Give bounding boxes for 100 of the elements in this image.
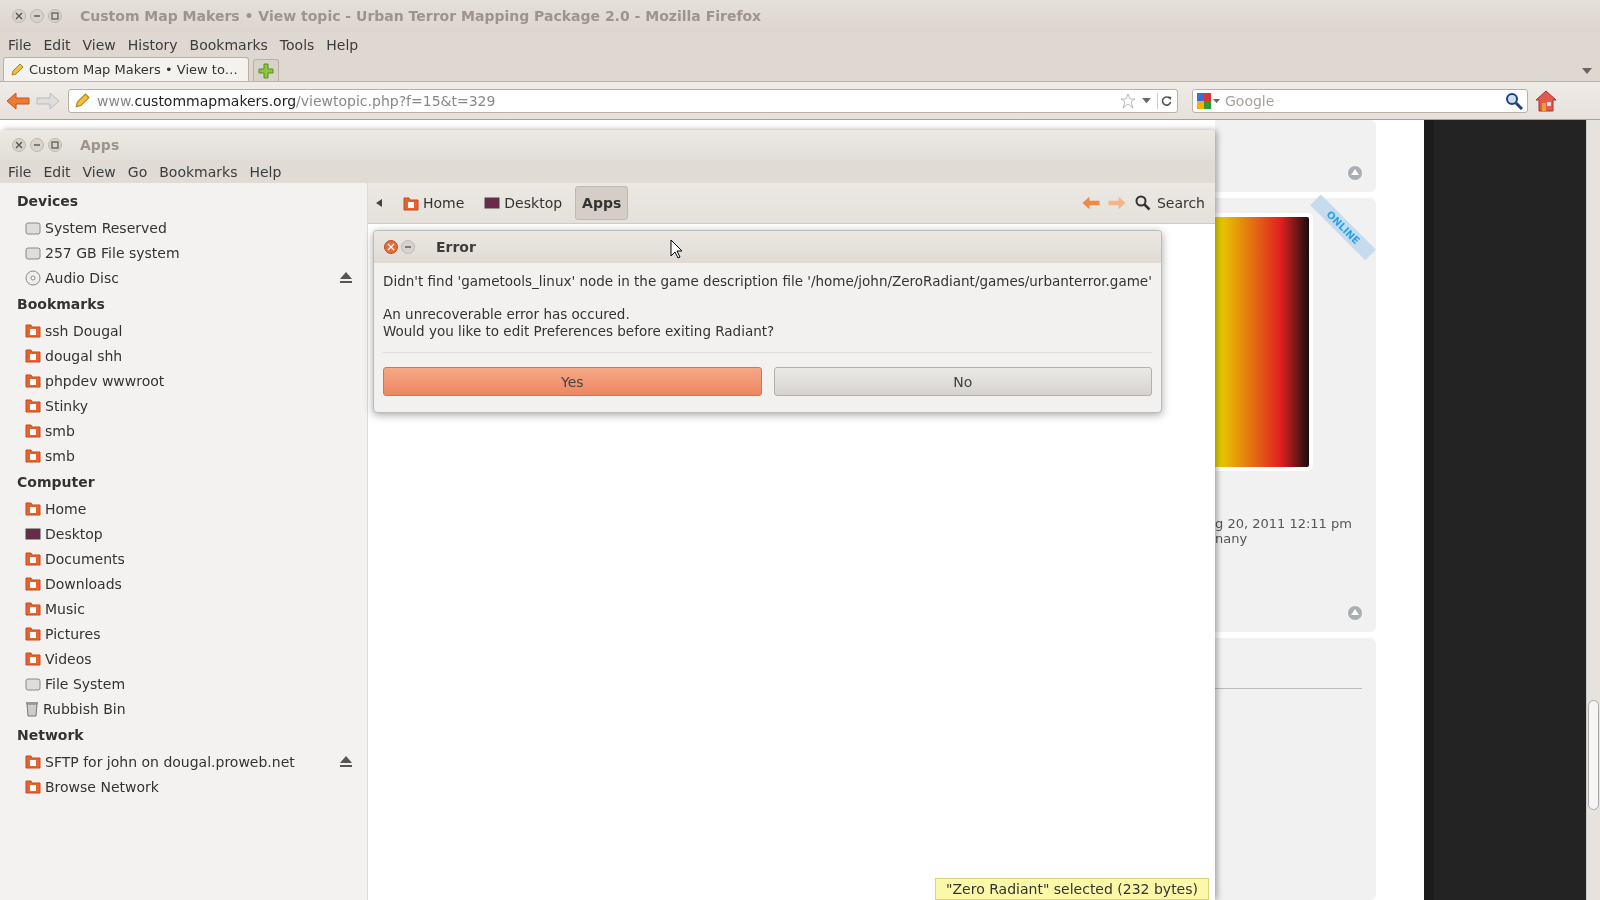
desktop-icon	[25, 527, 41, 540]
sidebar-heading: Network	[17, 726, 85, 745]
folder-icon	[25, 323, 41, 338]
search-button[interactable]: Search	[1132, 195, 1207, 211]
left-arrow-icon	[376, 199, 382, 207]
dialog-text: An unrecoverable error has occured.	[383, 306, 631, 323]
url-field[interactable]: www.custommapmakers.org/viewtopic.php?f=15&t=329	[68, 88, 1178, 113]
menu-item[interactable]: File	[2, 36, 38, 53]
path-button[interactable]: Apps	[575, 186, 629, 220]
search-placeholder: Google	[1225, 92, 1275, 109]
sidebar-item[interactable]: smb	[17, 443, 367, 468]
folder-icon	[25, 754, 41, 769]
dialog-button[interactable]: No	[773, 367, 1152, 396]
sidebar-item-label: dougal shh	[45, 347, 123, 364]
sidebar-item[interactable]: Music	[17, 596, 367, 621]
sidebar-item-label: smb	[45, 447, 75, 464]
window-title: Apps	[80, 137, 120, 153]
path-button[interactable]: Desktop	[477, 186, 570, 220]
post-date: g 20, 2011 12:11 pm	[1215, 516, 1352, 531]
browser-tab[interactable]: Custom Map Makers • View to…	[3, 57, 249, 81]
sidebar-item-label: System Reserved	[45, 219, 167, 236]
sidebar-item-label: Music	[45, 600, 85, 617]
forward-arrow-icon	[1106, 196, 1127, 210]
sidebar-item-label: Pictures	[45, 625, 101, 642]
sidebar-item[interactable]: Home	[17, 496, 367, 521]
sidebar-item[interactable]: Rubbish Bin	[17, 696, 367, 721]
new-tab-button[interactable]	[253, 59, 279, 81]
menu-item[interactable]: Bookmarks	[183, 36, 274, 53]
sidebar-item[interactable]: ssh Dougal	[17, 318, 367, 343]
trash-icon	[25, 700, 39, 717]
sidebar-item-label: Stinky	[45, 397, 89, 414]
sidebar-item-label: Rubbish Bin	[43, 700, 126, 717]
sidebar-item[interactable]: Pictures	[17, 621, 367, 646]
plus-icon	[258, 62, 274, 79]
folder-icon	[25, 448, 41, 463]
error-message: Didn't find 'gametools_linux' node in the game description file '/home/john/ZeroRadiant/games/urbanterror.game'	[383, 273, 1152, 290]
status-tooltip: "Zero Radiant" selected (232 bytes)	[935, 878, 1209, 900]
sidebar-item-label: phpdev wwwroot	[45, 372, 165, 389]
menu-item[interactable]: Tools	[273, 36, 321, 53]
menu-item[interactable]: View	[76, 163, 122, 180]
folder-icon	[25, 348, 41, 363]
sidebar-item-label: Home	[45, 500, 87, 517]
sidebar-item[interactable]: phpdev wwwroot	[17, 368, 367, 393]
menu-item[interactable]: Help	[243, 163, 288, 180]
eject-icon	[339, 271, 353, 284]
close-icon[interactable]	[384, 240, 398, 254]
dialog-button[interactable]: Yes	[383, 367, 762, 396]
maximize-icon[interactable]	[48, 138, 62, 152]
sidebar-item[interactable]: File System	[17, 671, 367, 696]
sidebar-item[interactable]: 257 GB File system	[17, 240, 367, 265]
sidebar-item[interactable]: Documents	[17, 546, 367, 571]
sidebar-heading: Bookmarks	[17, 295, 106, 314]
sidebar-item[interactable]: Browse Network	[17, 774, 367, 799]
sidebar-item-label: Browse Network	[45, 778, 159, 795]
window-title: Custom Map Makers • View topic - Urban Terror Mapping Package 2.0 - Mozilla Firefox	[80, 8, 762, 24]
menu-item[interactable]: Go	[121, 163, 154, 180]
scroll-top-icon[interactable]	[1348, 166, 1362, 180]
close-icon[interactable]	[12, 9, 26, 23]
menu-item[interactable]: Edit	[37, 36, 77, 53]
minimize-icon[interactable]	[401, 240, 415, 254]
desktop-icon	[484, 197, 501, 209]
maximize-icon[interactable]	[48, 9, 62, 23]
menu-item[interactable]: Edit	[37, 163, 77, 180]
sidebar-item-label: Documents	[45, 550, 125, 567]
caret-icon	[1582, 67, 1592, 75]
sidebar-item[interactable]: Videos	[17, 646, 367, 671]
folder-icon	[25, 423, 41, 438]
menu-item[interactable]: Help	[320, 36, 365, 53]
minimize-icon[interactable]	[30, 138, 44, 152]
dialog-title: Error	[436, 239, 476, 255]
menu-item[interactable]: View	[76, 36, 122, 53]
cursor-icon	[670, 239, 683, 259]
menu-item[interactable]: Bookmarks	[153, 163, 244, 180]
folder-icon	[25, 651, 41, 666]
sidebar-item-label: ssh Dougal	[45, 322, 123, 339]
pencil-icon	[73, 92, 91, 109]
sidebar-item[interactable]: smb	[17, 418, 367, 443]
sidebar-item[interactable]: Downloads	[17, 571, 367, 596]
sidebar-item-label: 257 GB File system	[45, 244, 180, 261]
minimize-icon[interactable]	[30, 9, 44, 23]
close-icon[interactable]	[12, 138, 26, 152]
path-button[interactable]: Home	[396, 186, 472, 220]
sidebar-item[interactable]: Audio Disc	[17, 265, 367, 290]
sidebar-item[interactable]: Stinky	[17, 393, 367, 418]
sidebar-item[interactable]: System Reserved	[17, 215, 367, 240]
post-location: nany	[1215, 531, 1248, 546]
scrollbar-thumb[interactable]	[1588, 700, 1599, 810]
sidebar-heading: Devices	[17, 192, 80, 211]
sidebar-item[interactable]: dougal shh	[17, 343, 367, 368]
menu-item[interactable]: File	[2, 163, 38, 180]
sidebar-item[interactable]: Desktop	[17, 521, 367, 546]
sidebar-item[interactable]: SFTP for john on dougal.proweb.net	[17, 749, 367, 774]
folder-icon	[25, 551, 41, 566]
scroll-top-icon[interactable]	[1348, 606, 1362, 620]
sidebar-heading: Computer	[17, 473, 96, 492]
search-icon	[1134, 195, 1151, 211]
sidebar-item-label: Downloads	[45, 575, 122, 592]
sidebar-item-label: smb	[45, 422, 75, 439]
disc-icon	[25, 269, 41, 286]
menu-item[interactable]: History	[121, 36, 184, 53]
